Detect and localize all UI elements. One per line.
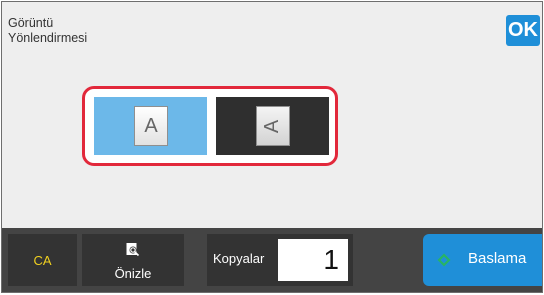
page-title-line1: Görüntü — [8, 16, 54, 30]
page-title-line2: Yönlendirmesi — [8, 31, 88, 45]
preview-label: Önizle — [114, 266, 152, 281]
portrait-document-icon: A — [134, 106, 168, 146]
clear-all-label: CA — [33, 252, 52, 268]
bottom-toolbar: CA Önizle Kopyalar 1 Baslama — [2, 228, 542, 292]
copies-count-field[interactable]: 1 — [278, 239, 348, 281]
start-diamond-icon — [437, 253, 451, 267]
screen-frame: Görüntü Yönlendirmesi OK A A CA Önizle K… — [1, 1, 543, 293]
copies-control: Kopyalar 1 — [207, 234, 353, 286]
ok-button[interactable]: OK — [506, 15, 540, 46]
portrait-glyph: A — [144, 114, 158, 137]
copies-label: Kopyalar — [213, 251, 265, 266]
clear-all-button[interactable]: CA — [8, 234, 77, 286]
start-label: Baslama — [468, 250, 527, 267]
start-button[interactable]: Baslama — [423, 234, 542, 286]
page-title: Görüntü Yönlendirmesi — [8, 16, 87, 46]
settings-panel: Görüntü Yönlendirmesi OK A A — [2, 2, 542, 228]
landscape-orientation-button[interactable]: A — [216, 97, 329, 155]
orientation-selector: A A — [82, 86, 338, 166]
landscape-document-icon: A — [256, 106, 290, 146]
preview-button[interactable]: Önizle — [82, 234, 184, 286]
landscape-glyph: A — [261, 119, 284, 133]
portrait-orientation-button[interactable]: A — [94, 97, 207, 155]
magnifier-document-icon — [126, 243, 140, 257]
